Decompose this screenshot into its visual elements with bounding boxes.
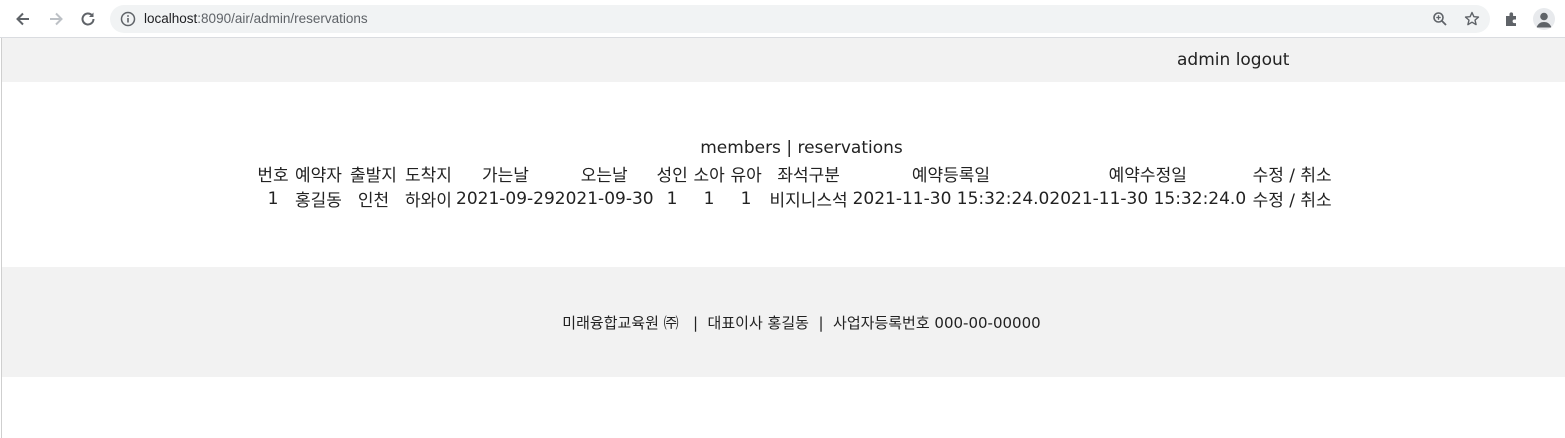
cell-infant: 1 [740,188,752,209]
table-row: 1 홍길동 인천 하와이 2021-09-29 2021-09-30 1 1 1… [255,186,1338,212]
site-info-icon[interactable] [120,11,136,27]
header-links: admin logout [1177,50,1289,70]
column-header: 예약수정일 [1108,166,1187,186]
admin-link[interactable]: admin [1177,50,1230,70]
url-path: :8090/air/admin/reservations [197,11,368,26]
admin-menu: members | reservations [2,138,1565,158]
column-header: 좌석구분 [777,166,840,186]
url-host: localhost [144,11,198,26]
cell-actions: 수정 / 취소 [1246,186,1338,211]
cell-name: 홍길동 [295,191,342,211]
bookmark-star-icon[interactable] [1464,11,1480,27]
cell-no: 1 [267,188,279,209]
cell-adult: 1 [666,188,678,209]
zoom-icon[interactable] [1432,11,1448,27]
column-header: 번호 [257,166,289,186]
cell-seat-class: 비지니스석 [769,191,848,211]
site-footer: 미래융합교육원 ㈜ | 대표이사 홍길동 | 사업자등록번호 000-00-00… [2,267,1565,377]
cell-departure: 인천 [357,191,390,211]
menu-separator: | [786,138,793,158]
reservations-table: 번호 예약자 출발지 도착지 가는날 오는날 성인 소아 유아 좌석구분 예약등… [255,161,1338,211]
cell-return-date: 2021-09-30 [554,188,654,209]
table-header-row: 번호 예약자 출발지 도착지 가는날 오는날 성인 소아 유아 좌석구분 예약등… [255,161,1338,186]
cell-mod-date: 2021-11-30 15:32:24.0 [1049,188,1247,209]
footer-text: 미래융합교육원 ㈜ | 대표이사 홍길동 | 사업자등록번호 000-00-00… [562,314,1041,332]
edit-link[interactable]: 수정 [1253,191,1284,211]
back-icon[interactable] [11,7,35,31]
column-header: 예약자 [295,166,342,186]
column-header: 도착지 [405,166,452,186]
cell-arrival: 하와이 [405,191,452,211]
url-text[interactable]: localhost:8090/air/admin/reservations [144,11,368,27]
cell-child: 1 [703,188,715,209]
column-header: 성인 [656,166,688,186]
action-separator: / [1283,191,1301,211]
column-header: 수정 / 취소 [1252,166,1332,186]
forward-icon[interactable] [44,7,68,31]
site-header: admin logout [2,38,1565,82]
reservations-link[interactable]: reservations [797,138,902,158]
reload-icon[interactable] [76,7,100,31]
cell-reg-date: 2021-11-30 15:32:24.0 [852,188,1050,209]
logout-link[interactable]: logout [1236,50,1290,70]
cancel-link[interactable]: 취소 [1300,191,1331,211]
page-content: admin logout members | reservations 번호 예… [1,38,1565,438]
column-header: 유아 [730,166,762,186]
profile-icon[interactable] [1533,8,1555,30]
cell-go-date: 2021-09-29 [456,188,555,209]
column-header: 출발지 [350,166,397,186]
column-header: 예약등록일 [911,166,991,186]
members-link[interactable]: members [700,138,781,158]
column-header: 소아 [693,166,725,186]
column-header: 오는날 [580,166,628,186]
browser-toolbar: localhost:8090/air/admin/reservations [0,0,1565,38]
extensions-icon[interactable] [1503,10,1521,28]
column-header: 가는날 [481,166,529,186]
address-bar[interactable]: localhost:8090/air/admin/reservations [110,5,1490,33]
